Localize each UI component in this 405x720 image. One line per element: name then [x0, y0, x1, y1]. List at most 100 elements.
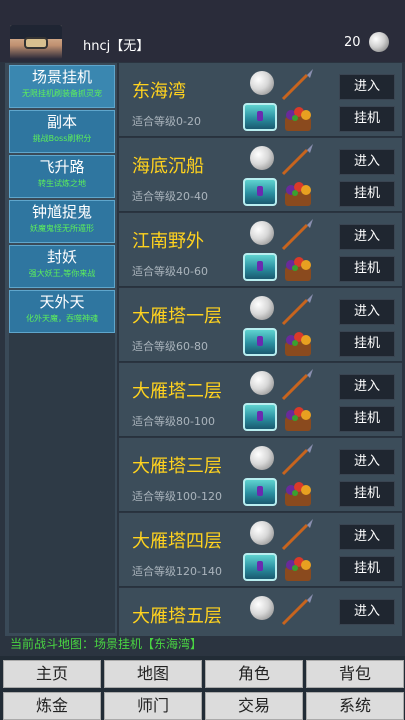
afk-button[interactable]: 挂机	[339, 481, 395, 507]
fruit-basket-icon	[285, 332, 311, 356]
menu-item-subtitle: 强大妖王,等你来战	[28, 269, 96, 278]
map-name: 东海湾	[132, 81, 186, 102]
coin-count: 20	[344, 35, 361, 50]
map-name: 大雁塔三层	[132, 456, 222, 477]
afk-button[interactable]: 挂机	[339, 556, 395, 582]
treasure-chest-icon	[243, 103, 277, 131]
nav-bag-button[interactable]: 背包	[306, 660, 404, 688]
nav-sect-button[interactable]: 师门	[104, 692, 202, 720]
avatar[interactable]	[10, 25, 62, 59]
pearl-icon	[250, 371, 274, 395]
menu-empty-area	[9, 333, 115, 633]
afk-button[interactable]: 挂机	[339, 181, 395, 207]
map-row: 东海湾 适合等级0-20 进入 挂机	[119, 63, 402, 137]
current-map-status: 当前战斗地图：场景挂机【东海湾】	[10, 637, 203, 651]
map-level: 适合等级100-120	[132, 490, 222, 503]
menu-item-title: 钟馗捉鬼	[31, 203, 92, 221]
spear-icon	[281, 144, 313, 176]
pearl-icon	[250, 446, 274, 470]
map-row: 海底沉船 适合等级20-40 进入 挂机	[119, 138, 402, 212]
pearl-icon	[250, 596, 274, 620]
bottom-nav: 主页 地图 角色 背包 炼金 师门 交易 系统	[0, 656, 405, 720]
menu-item-title: 天外天	[39, 293, 85, 311]
pearl-icon	[250, 146, 274, 170]
spear-icon	[281, 369, 313, 401]
map-row: 大雁塔二层 适合等级80-100 进入 挂机	[119, 363, 402, 437]
nav-character-button[interactable]: 角色	[205, 660, 303, 688]
fruit-basket-icon	[285, 257, 311, 281]
enter-button[interactable]: 进入	[339, 74, 395, 100]
pearl-icon	[250, 296, 274, 320]
map-row: 大雁塔三层 适合等级100-120 进入 挂机	[119, 438, 402, 512]
menu-item-title: 飞升路	[39, 158, 85, 176]
menu-item-seal-demon[interactable]: 封妖 强大妖王,等你来战	[9, 245, 115, 288]
fruit-basket-icon	[285, 182, 311, 206]
map-level: 适合等级0-20	[132, 115, 201, 128]
enter-button[interactable]: 进入	[339, 224, 395, 250]
menu-item-title: 副本	[46, 113, 77, 131]
afk-button[interactable]: 挂机	[339, 256, 395, 282]
spear-icon	[281, 444, 313, 476]
spear-icon	[281, 219, 313, 251]
enter-button[interactable]: 进入	[339, 374, 395, 400]
spear-icon	[281, 519, 313, 551]
afk-button[interactable]: 挂机	[339, 406, 395, 432]
enter-button[interactable]: 进入	[339, 524, 395, 550]
pearl-icon	[250, 71, 274, 95]
menu-item-beyond-heaven[interactable]: 天外天 化外天魔，吞噬神魂	[9, 290, 115, 333]
treasure-chest-icon	[243, 553, 277, 581]
map-name: 大雁塔五层	[132, 606, 222, 627]
fruit-basket-icon	[285, 482, 311, 506]
treasure-chest-icon	[243, 478, 277, 506]
enter-button[interactable]: 进入	[339, 149, 395, 175]
map-level: 适合等级40-60	[132, 265, 208, 278]
menu-item-dungeon[interactable]: 副本 挑战Boss刷积分	[9, 110, 115, 153]
fruit-basket-icon	[285, 407, 311, 431]
nav-system-button[interactable]: 系统	[306, 692, 404, 720]
menu-item-subtitle: 转生试炼之地	[38, 179, 86, 188]
spear-icon	[281, 594, 313, 626]
spear-icon	[281, 294, 313, 326]
map-name: 江南野外	[132, 231, 204, 252]
afk-button[interactable]: 挂机	[339, 106, 395, 132]
map-name: 大雁塔一层	[132, 306, 222, 327]
nav-trade-button[interactable]: 交易	[205, 692, 303, 720]
menu-item-scene-afk[interactable]: 场景挂机 无限挂机刷装备抓灵宠	[9, 65, 115, 108]
treasure-chest-icon	[243, 178, 277, 206]
menu-item-subtitle: 挑战Boss刷积分	[32, 134, 92, 143]
fruit-basket-icon	[285, 557, 311, 581]
menu-item-ghost-hunt[interactable]: 钟馗捉鬼 妖魔鬼怪无所遁形	[9, 200, 115, 243]
nav-alchemy-button[interactable]: 炼金	[3, 692, 101, 720]
top-bar: hncj【无】 20	[0, 0, 405, 62]
treasure-chest-icon	[243, 328, 277, 356]
treasure-chest-icon	[243, 403, 277, 431]
treasure-chest-icon	[243, 253, 277, 281]
map-name: 大雁塔二层	[132, 381, 222, 402]
map-level: 适合等级20-40	[132, 190, 208, 203]
pearl-coin-icon	[369, 32, 389, 52]
map-name: 海底沉船	[132, 156, 204, 177]
afk-button[interactable]: 挂机	[339, 331, 395, 357]
nav-home-button[interactable]: 主页	[3, 660, 101, 688]
enter-button[interactable]: 进入	[339, 449, 395, 475]
enter-button[interactable]: 进入	[339, 599, 395, 625]
username: hncj【无】	[83, 39, 150, 54]
menu-item-subtitle: 化外天魔，吞噬神魂	[26, 314, 98, 323]
map-list[interactable]: 东海湾 适合等级0-20 进入 挂机 海底沉船 适合等级20-40 进入 挂机 …	[119, 63, 402, 636]
map-row: 大雁塔四层 适合等级120-140 进入 挂机	[119, 513, 402, 587]
menu-item-title: 场景挂机	[31, 68, 92, 86]
spear-icon	[281, 69, 313, 101]
map-level: 适合等级60-80	[132, 340, 208, 353]
pearl-icon	[250, 221, 274, 245]
menu-item-subtitle: 无限挂机刷装备抓灵宠	[22, 89, 102, 98]
menu-item-ascension[interactable]: 飞升路 转生试炼之地	[9, 155, 115, 198]
map-level: 适合等级120-140	[132, 565, 222, 578]
menu-item-subtitle: 妖魔鬼怪无所遁形	[30, 224, 94, 233]
pearl-icon	[250, 521, 274, 545]
nav-map-button[interactable]: 地图	[104, 660, 202, 688]
fruit-basket-icon	[285, 107, 311, 131]
map-row: 江南野外 适合等级40-60 进入 挂机	[119, 213, 402, 287]
enter-button[interactable]: 进入	[339, 299, 395, 325]
map-row: 大雁塔一层 适合等级60-80 进入 挂机	[119, 288, 402, 362]
map-row: 大雁塔五层 进入	[119, 588, 402, 636]
